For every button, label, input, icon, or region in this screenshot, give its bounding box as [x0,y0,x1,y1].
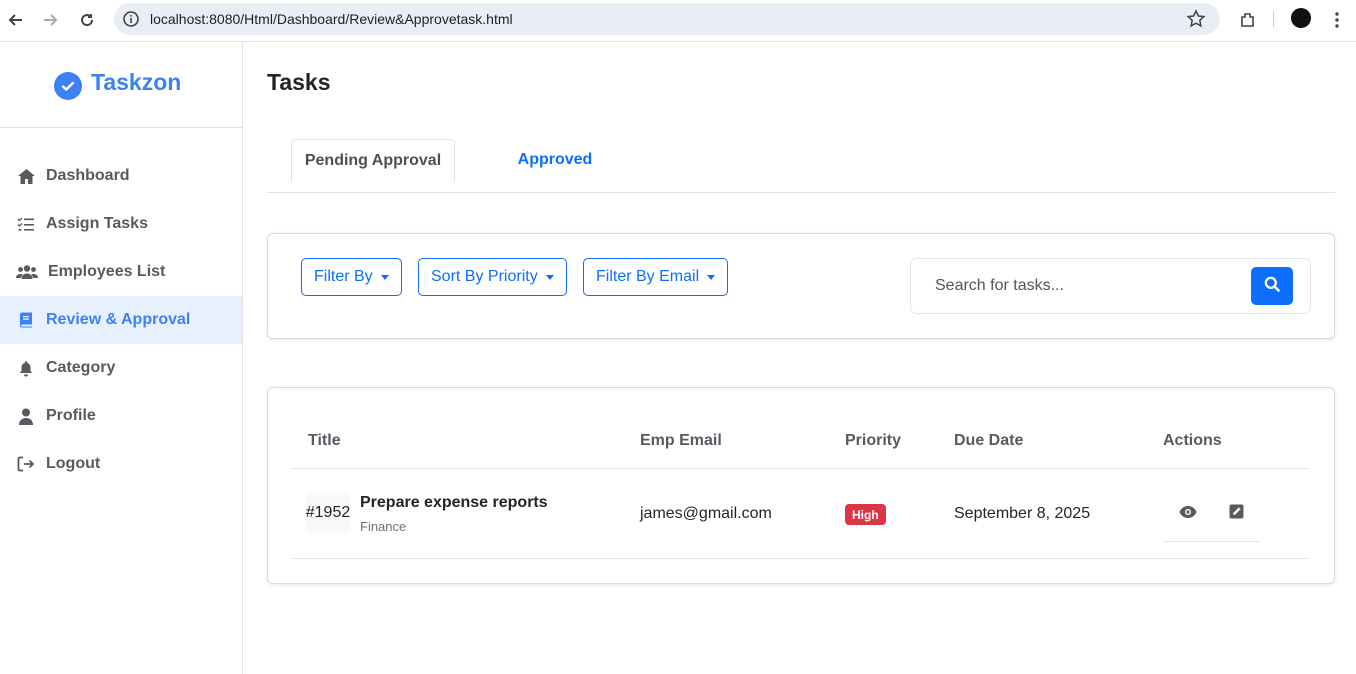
back-icon[interactable] [4,8,28,32]
sort-by-priority-label: Sort By Priority [431,268,538,285]
brand-name: Taskzon [91,69,182,95]
address-bar[interactable]: localhost:8080/Html/Dashboard/Review&App… [114,3,1220,35]
filter-by-email-dropdown[interactable]: Filter By Email [583,258,729,296]
tab-bar: Pending Approval Approved [267,139,1335,193]
more-menu-icon[interactable] [1325,8,1349,32]
caret-down-icon [545,274,554,280]
sidebar-item-assign-tasks[interactable]: Assign Tasks [0,200,242,248]
view-button[interactable] [1174,500,1202,528]
task-title: Prepare expense reports [360,494,548,511]
filter-card: Filter By Sort By Priority Filter By Ema… [267,233,1335,339]
list-check-icon [16,214,36,234]
actions-divider [1163,541,1260,542]
sidebar-item-label: Dashboard [46,167,130,184]
main-content: Tasks Pending Approval Approved Filter B… [243,42,1356,674]
column-header-actions: Actions [1163,432,1222,449]
sidebar-item-logout[interactable]: Logout [0,440,242,488]
filter-by-dropdown[interactable]: Filter By [301,258,402,296]
filter-by-label: Filter By [314,268,373,285]
sidebar-item-label: Review & Approval [46,311,191,328]
column-header-title: Title [308,432,341,449]
sidebar-item-label: Assign Tasks [46,215,148,232]
header-divider [292,468,1310,469]
sidebar-item-review-approval[interactable]: Review & Approval [0,296,242,344]
users-icon [16,262,38,282]
eye-icon [1179,505,1197,523]
sidebar-item-employees-list[interactable]: Employees List [0,248,242,296]
book-icon [16,310,36,330]
tab-approved[interactable]: Approved [505,139,605,181]
row-divider [292,558,1310,559]
sort-by-priority-dropdown[interactable]: Sort By Priority [418,258,567,296]
search-box [910,258,1311,314]
priority-badge: High [845,504,886,525]
column-header-priority: Priority [845,432,902,449]
forward-icon[interactable] [38,8,62,32]
brand[interactable]: Taskzon [0,42,242,128]
search-button[interactable] [1251,267,1293,305]
site-info-icon[interactable] [122,10,140,28]
sidebar-item-label: Profile [46,407,96,424]
profile-avatar[interactable] [1291,8,1311,28]
sidebar-item-label: Logout [46,455,101,472]
browser-toolbar: localhost:8080/Html/Dashboard/Review&App… [0,0,1356,42]
home-icon [16,166,36,186]
filter-by-email-label: Filter By Email [596,268,700,285]
sidebar-item-category[interactable]: Category [0,344,242,392]
sidebar-item-profile[interactable]: Profile [0,392,242,440]
task-category: Finance [360,519,407,534]
task-id: #1952 [305,493,351,533]
reload-icon[interactable] [75,8,99,32]
page-title: Tasks [267,69,331,95]
search-icon [1264,276,1280,297]
extensions-icon[interactable] [1236,8,1260,32]
bookmark-star-icon[interactable] [1186,9,1206,29]
column-header-due-date: Due Date [954,432,1024,449]
tab-pending-approval[interactable]: Pending Approval [291,139,455,182]
edit-button[interactable] [1222,500,1250,528]
sidebar-item-dashboard[interactable]: Dashboard [0,152,242,200]
caret-down-icon [707,274,716,280]
logout-icon [16,454,36,474]
url-text: localhost:8080/Html/Dashboard/Review&App… [150,11,513,27]
check-circle-icon [54,72,82,100]
edit-icon [1229,504,1244,524]
column-header-emp-email: Emp Email [640,432,722,449]
task-email: james@gmail.com [640,505,772,522]
user-icon [16,406,36,426]
search-input[interactable] [912,260,1242,312]
sidebar-item-label: Category [46,359,116,376]
sidebar: Taskzon Dashboard Assign Tasks Employees… [0,42,243,674]
caret-down-icon [380,274,389,280]
toolbar-divider [1273,11,1274,27]
sidebar-item-label: Employees List [48,263,166,280]
bell-icon [16,358,36,378]
task-due-date: September 8, 2025 [954,505,1091,522]
tasks-table: Title Emp Email Priority Due Date Action… [267,387,1335,584]
